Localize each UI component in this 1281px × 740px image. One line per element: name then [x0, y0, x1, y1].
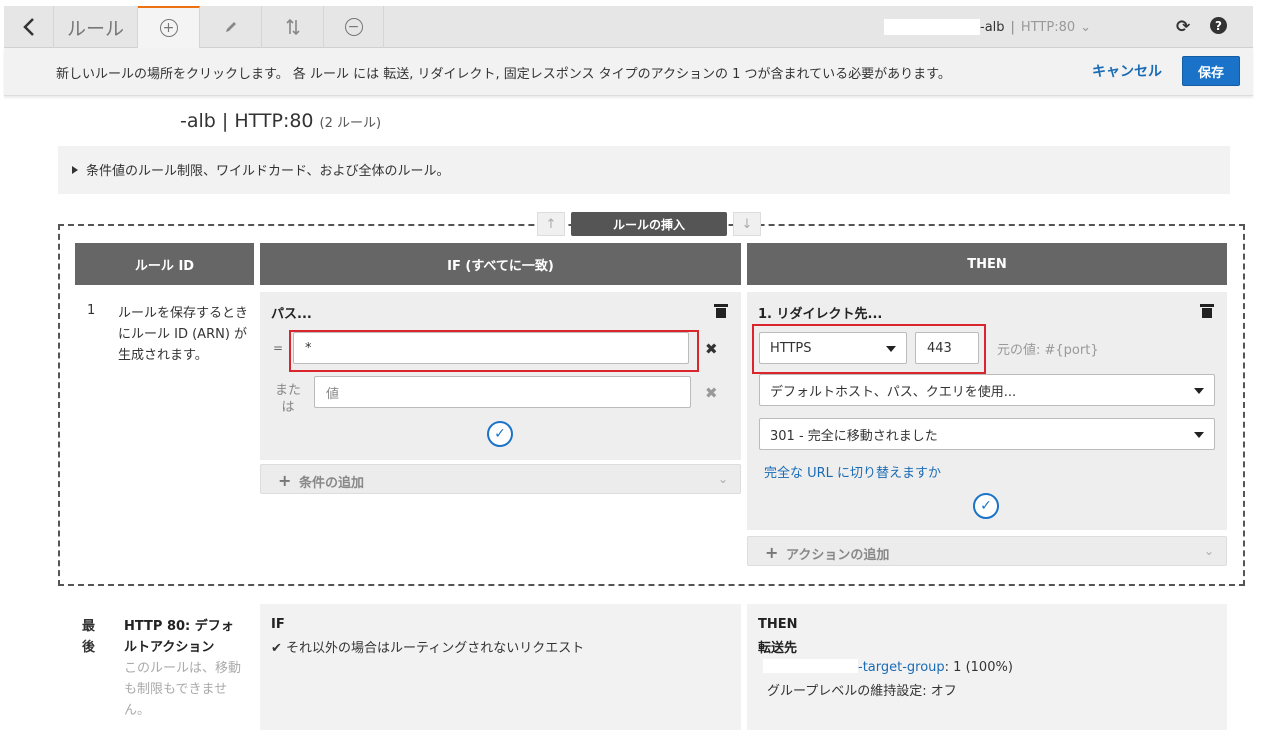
caret-down-icon — [1194, 388, 1204, 394]
listener-selector[interactable]: -alb | HTTP:80 ⌄ — [884, 6, 1091, 48]
arrow-up-icon: ↑ — [545, 216, 557, 232]
default-condition: ✔ それ以外の場合はルーティングされないリクエスト — [271, 637, 584, 656]
switch-to-full-url-link[interactable]: 完全な URL に切り替えますか — [764, 462, 941, 481]
move-up-button[interactable]: ↑ — [537, 212, 565, 236]
chevron-down-icon: ⌄ — [1203, 544, 1214, 558]
arrow-down-icon: ↓ — [741, 216, 753, 232]
instruction-message: 新しいルールの場所をクリックします。 各 ルール には 転送, リダイレクト, … — [56, 67, 951, 82]
plus-circle-icon: + — [159, 19, 178, 37]
stickiness-setting: グループレベルの維持設定: オフ — [767, 684, 957, 699]
status-code-select[interactable]: 301 - 完全に移動されました — [759, 418, 1215, 450]
or-label: または — [275, 383, 302, 415]
pencil-icon — [225, 22, 236, 32]
default-condition-panel: IF ✔ それ以外の場合はルーティングされないリクエスト — [260, 604, 741, 730]
add-condition-button[interactable]: + 条件の追加 ⌄ — [260, 464, 741, 494]
column-header-then: THEN — [747, 243, 1227, 285]
target-group-link[interactable]: -target-group — [858, 660, 945, 675]
insert-rule-controls: ↑ ルールの挿入 ↓ — [537, 212, 761, 236]
forward-label: 転送先 — [758, 641, 798, 656]
delete-action-icon[interactable] — [1200, 304, 1214, 318]
redacted-block — [884, 19, 980, 35]
help-icon[interactable]: ? — [1210, 17, 1227, 34]
rule-number: 1 — [87, 303, 96, 318]
sort-arrows-icon — [285, 19, 300, 35]
status-code-value: 301 - 完全に移動されました — [770, 428, 938, 444]
plus-icon: + — [765, 543, 779, 562]
chevron-down-icon: ⌄ — [1080, 19, 1092, 35]
caret-right-icon — [72, 166, 78, 174]
listener-separator: | — [1010, 19, 1015, 35]
add-condition-label: 条件の追加 — [299, 476, 365, 491]
confirm-action-icon[interactable]: ✓ — [973, 493, 999, 519]
listener-name: -alb — [980, 19, 1005, 35]
default-rule-note: このルールは、移動も制限もできません。 — [124, 661, 242, 718]
listener-protocol: HTTP:80 — [1020, 19, 1076, 35]
target-group-row: -target-group: 1 (100%) — [763, 659, 1013, 675]
refresh-icon[interactable]: ⟳ — [1176, 6, 1190, 48]
minus-circle-icon: − — [344, 18, 363, 36]
message-bar: 新しいルールの場所をクリックします。 各 ルール には 転送, リダイレクト, … — [4, 48, 1253, 96]
page-title: ルール — [54, 6, 138, 48]
condition-title: パス... — [271, 307, 312, 322]
remove-value-icon[interactable]: ✖ — [705, 384, 718, 402]
confirm-condition-icon[interactable]: ✓ — [487, 421, 513, 447]
listener-heading: -alb | HTTP:80 (2 ルール) — [180, 110, 381, 132]
back-button[interactable] — [4, 6, 54, 48]
if-heading: IF — [271, 617, 285, 632]
default-rule-description: HTTP 80: デフォルトアクション このルールは、移動も制限もできません。 — [124, 616, 242, 721]
rule-count: (2 ルール) — [319, 116, 382, 131]
highlight-box — [752, 324, 986, 374]
add-action-label: アクションの追加 — [786, 548, 890, 563]
info-expander[interactable]: 条件値のルール制限、ワイルドカード、および全体のルール。 — [72, 160, 449, 179]
info-panel: 条件値のルール制限、ワイルドカード、および全体のルール。 — [58, 146, 1230, 194]
caret-down-icon — [1194, 432, 1204, 438]
chevron-down-icon: ⌄ — [717, 472, 728, 486]
plus-icon: + — [278, 471, 292, 490]
additional-value-input[interactable]: 値 — [314, 376, 691, 408]
rule-id-note: ルールを保存するときにルール ID (ARN) が生成されます。 — [118, 306, 249, 363]
reorder-rules-tab[interactable] — [262, 6, 324, 48]
insert-rule-button[interactable]: ルールの挿入 — [571, 212, 727, 236]
delete-condition-icon[interactable] — [714, 304, 728, 318]
action-title: 1. リダイレクト先... — [758, 307, 883, 322]
then-heading: THEN — [758, 617, 798, 632]
delete-rules-tab[interactable]: − — [324, 6, 384, 48]
checkmark-icon: ✔ — [271, 641, 282, 656]
column-header-rule-id: ルール ID — [75, 243, 254, 285]
highlight-box — [289, 330, 699, 372]
original-value-hint: 元の値: #{port} — [997, 343, 1099, 358]
operator-label: = — [273, 341, 284, 355]
add-action-button[interactable]: + アクションの追加 ⌄ — [747, 536, 1227, 566]
save-button[interactable]: 保存 — [1182, 56, 1240, 86]
add-rule-tab[interactable]: + — [138, 6, 200, 48]
edit-rules-tab[interactable] — [200, 6, 262, 48]
listener-heading-name: -alb | HTTP:80 — [180, 110, 314, 132]
remove-value-icon[interactable]: ✖ — [705, 340, 718, 358]
column-header-if: IF (すべてに一致) — [260, 243, 741, 285]
move-down-button[interactable]: ↓ — [733, 212, 761, 236]
condition-panel: パス... = * ✖ または 値 ✖ ✓ — [260, 292, 741, 460]
chevron-left-icon — [22, 18, 34, 36]
top-toolbar: ルール + − -alb | HTTP:80 ⌄ ⟳ ? — [4, 6, 1253, 48]
redacted-block — [763, 659, 858, 673]
host-path-query-value: デフォルトホスト、パス、クエリを使用... — [770, 384, 1017, 400]
host-path-query-select[interactable]: デフォルトホスト、パス、クエリを使用... — [759, 374, 1215, 406]
target-weight: : 1 (100%) — [944, 660, 1013, 675]
default-condition-text: それ以外の場合はルーティングされないリクエスト — [286, 641, 585, 656]
info-text: 条件値のルール制限、ワイルドカード、および全体のルール。 — [86, 164, 450, 179]
last-rule-label: 最後 — [82, 619, 96, 655]
cancel-button[interactable]: キャンセル — [1092, 61, 1162, 81]
default-rule-title: HTTP 80: デフォルトアクション — [124, 619, 234, 655]
default-action-panel: THEN 転送先 -target-group: 1 (100%) グループレベル… — [747, 604, 1227, 730]
